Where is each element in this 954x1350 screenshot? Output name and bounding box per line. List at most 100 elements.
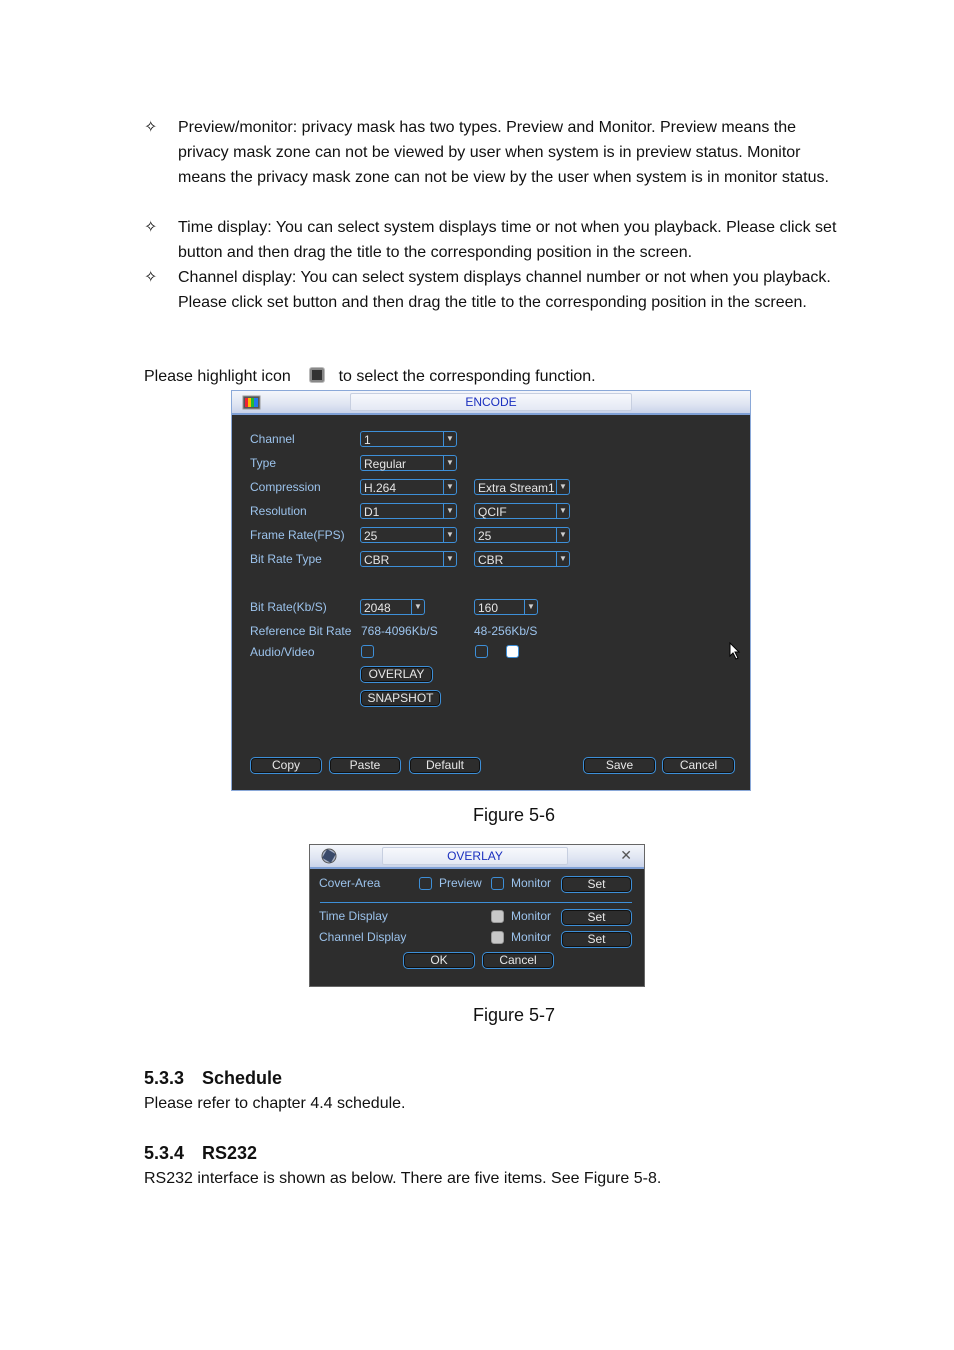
extra-stream-value: Extra Stream1 xyxy=(478,481,555,495)
overlay-dialog: OVERLAY ✕ Cover-Area Preview Monitor Set… xyxy=(309,844,645,987)
figure-5-7-caption: Figure 5-7 xyxy=(472,1005,556,1025)
label-monitor: Monitor xyxy=(511,876,552,890)
reference-bit-rate-extra: 48-256Kb/S xyxy=(474,624,538,638)
resolution-select[interactable]: D1 ▼ xyxy=(360,503,457,519)
chevron-down-icon[interactable]: ▼ xyxy=(411,600,424,614)
highlight-text-after: to select the corresponding function. xyxy=(338,368,596,385)
chevron-down-icon[interactable]: ▼ xyxy=(443,528,456,542)
bullet-icon: ✧ xyxy=(144,119,158,136)
copy-button[interactable]: Copy xyxy=(250,757,322,774)
bit-rate-type-select[interactable]: CBR ▼ xyxy=(360,551,457,567)
extra-bit-rate-select[interactable]: 160 ▼ xyxy=(474,599,538,615)
section-number: 5.3.4 xyxy=(144,1143,185,1163)
label-bit-rate: Bit Rate(Kb/S) xyxy=(250,600,327,614)
save-button[interactable]: Save xyxy=(583,757,656,774)
cover-area-set-button[interactable]: Set xyxy=(561,876,632,893)
highlight-text-before: Please highlight icon xyxy=(144,368,291,385)
chevron-down-icon[interactable]: ▼ xyxy=(443,504,456,518)
section-title: Schedule xyxy=(202,1068,283,1088)
extra-bit-rate-type-select[interactable]: CBR ▼ xyxy=(474,551,570,567)
section-number: 5.3.3 xyxy=(144,1068,185,1088)
channel-select[interactable]: 1 ▼ xyxy=(360,431,457,447)
encode-titlebar: ENCODE xyxy=(232,391,750,415)
encode-dialog: ENCODE Channel Type Compression Resoluti… xyxy=(231,390,751,791)
label-reference-bit-rate: Reference Bit Rate xyxy=(250,624,352,638)
compression-value: H.264 xyxy=(364,481,397,495)
frame-rate-select[interactable]: 25 ▼ xyxy=(360,527,457,543)
extra-stream-select[interactable]: Extra Stream1 ▼ xyxy=(474,479,570,495)
frame-rate-value: 25 xyxy=(364,529,378,543)
color-bars-icon xyxy=(242,395,261,410)
cover-monitor-checkbox[interactable] xyxy=(491,877,504,890)
label-compression: Compression xyxy=(250,480,321,494)
bullet-text-preview-monitor: Preview/monitor: privacy mask has two ty… xyxy=(178,119,829,186)
chevron-down-icon[interactable]: ▼ xyxy=(443,552,456,566)
snapshot-button[interactable]: SNAPSHOT xyxy=(360,690,441,707)
highlight-sentence: Please highlight icon to select the corr… xyxy=(144,364,844,389)
overlay-titlebar: OVERLAY ✕ xyxy=(310,845,644,869)
label-channel: Channel xyxy=(250,432,295,446)
extra-frame-rate-value: 25 xyxy=(478,529,492,543)
figure-5-6-caption: Figure 5-6 xyxy=(472,805,556,825)
close-icon[interactable]: ✕ xyxy=(620,847,632,864)
label-bit-rate-type: Bit Rate Type xyxy=(250,552,322,566)
label-time-display: Time Display xyxy=(319,909,388,923)
chevron-down-icon[interactable]: ▼ xyxy=(556,504,569,518)
label-time-monitor: Monitor xyxy=(511,909,552,923)
section-body-rs232: RS232 interface is shown as below. There… xyxy=(144,1170,662,1187)
label-frame-rate: Frame Rate(FPS) xyxy=(250,528,345,542)
extra-bit-rate-value: 160 xyxy=(478,601,499,615)
default-button[interactable]: Default xyxy=(409,757,481,774)
label-resolution: Resolution xyxy=(250,504,307,518)
type-select[interactable]: Regular ▼ xyxy=(360,455,457,471)
time-display-set-button[interactable]: Set xyxy=(561,909,632,926)
overlay-cancel-button[interactable]: Cancel xyxy=(482,952,554,969)
chevron-down-icon[interactable]: ▼ xyxy=(556,528,569,542)
highlight-square-icon xyxy=(309,368,324,382)
chevron-down-icon[interactable]: ▼ xyxy=(443,432,456,446)
cover-preview-checkbox[interactable] xyxy=(419,877,432,890)
ok-button[interactable]: OK xyxy=(403,952,475,969)
extra-resolution-value: QCIF xyxy=(478,505,507,519)
resolution-value: D1 xyxy=(364,505,380,519)
cancel-button[interactable]: Cancel xyxy=(662,757,735,774)
channel-monitor-checkbox[interactable] xyxy=(491,931,504,944)
bullet-text-channel-display: Channel display: You can select system d… xyxy=(178,269,831,311)
paste-button[interactable]: Paste xyxy=(329,757,401,774)
audio-checkbox-extra[interactable] xyxy=(475,645,488,658)
bullet-icon: ✧ xyxy=(144,219,158,236)
time-monitor-checkbox[interactable] xyxy=(491,910,504,923)
section-body-schedule: Please refer to chapter 4.4 schedule. xyxy=(144,1095,406,1112)
label-channel-display: Channel Display xyxy=(319,930,407,944)
section-title: RS232 xyxy=(202,1143,258,1163)
video-checkbox-extra[interactable] xyxy=(506,645,519,658)
label-preview: Preview xyxy=(439,876,482,890)
extra-resolution-select[interactable]: QCIF ▼ xyxy=(474,503,570,519)
extra-bit-rate-type-value: CBR xyxy=(478,553,504,567)
label-audio-video: Audio/Video xyxy=(250,645,315,659)
section-heading-rs232: 5.3.4 RS232 xyxy=(144,1143,257,1164)
chevron-down-icon[interactable]: ▼ xyxy=(556,480,569,494)
channel-value: 1 xyxy=(364,433,371,447)
chevron-down-icon[interactable]: ▼ xyxy=(443,480,456,494)
reference-bit-rate-main: 768-4096Kb/S xyxy=(361,624,438,638)
bit-rate-type-value: CBR xyxy=(364,553,390,567)
overlay-button[interactable]: OVERLAY xyxy=(360,666,433,683)
divider xyxy=(320,902,632,903)
extra-frame-rate-select[interactable]: 25 ▼ xyxy=(474,527,570,543)
channel-display-set-button[interactable]: Set xyxy=(561,931,632,948)
bullet-text-time-display: Time display: You can select system disp… xyxy=(178,219,837,261)
compression-select[interactable]: H.264 ▼ xyxy=(360,479,457,495)
bit-rate-select[interactable]: 2048 ▼ xyxy=(360,599,425,615)
chevron-down-icon[interactable]: ▼ xyxy=(556,552,569,566)
chevron-down-icon[interactable]: ▼ xyxy=(524,600,537,614)
overlay-title: OVERLAY xyxy=(382,847,568,865)
chevron-down-icon[interactable]: ▼ xyxy=(443,456,456,470)
label-cover-area: Cover-Area xyxy=(319,876,381,890)
mouse-cursor-icon xyxy=(729,642,741,660)
film-reel-icon xyxy=(321,848,337,864)
bullet-icon: ✧ xyxy=(144,269,158,286)
type-value: Regular xyxy=(364,457,407,471)
audio-video-checkbox-main[interactable] xyxy=(361,645,374,658)
section-heading-schedule: 5.3.3 Schedule xyxy=(144,1068,282,1089)
